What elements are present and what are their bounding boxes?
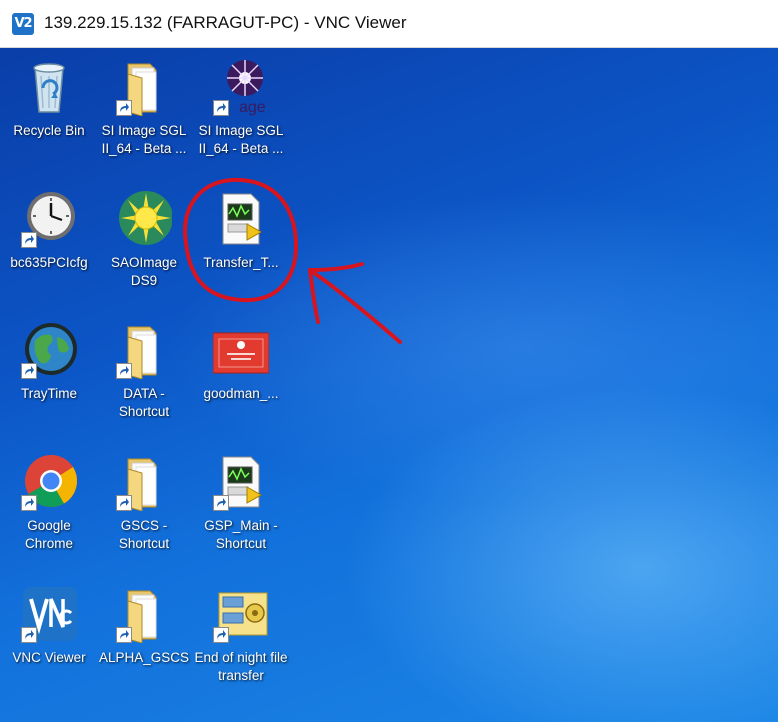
folder-icon	[116, 58, 172, 117]
desktop-icon-recycle-bin[interactable]: Recycle Bin	[2, 58, 96, 140]
icon-label: TrayTime	[21, 386, 77, 401]
red-document-icon	[212, 321, 270, 379]
vnc-app-icon: V2	[12, 13, 34, 35]
shortcut-arrow-icon	[21, 627, 37, 643]
desktop-icon-data-shortcut[interactable]: DATA - Shortcut	[97, 321, 191, 421]
desktop-icon-transfer[interactable]: Transfer_T...	[194, 190, 288, 272]
window-title: 139.229.15.132 (FARRAGUT-PC) - VNC Viewe…	[44, 13, 407, 32]
shortcut-arrow-icon	[213, 495, 229, 511]
icon-label: goodman_...	[203, 386, 279, 401]
shortcut-arrow-icon	[116, 100, 132, 116]
labview-vi-icon	[213, 453, 269, 511]
icon-label: Transfer_T...	[203, 255, 279, 270]
desktop-icon-google-chrome[interactable]: Google Chrome	[2, 453, 96, 553]
desktop-icon-goodman[interactable]: goodman_...	[194, 321, 288, 403]
shortcut-arrow-icon	[213, 100, 229, 116]
shortcut-arrow-icon	[21, 495, 37, 511]
desktop-icon-si-image-folder[interactable]: SI Image SGL II_64 - Beta ...	[97, 58, 191, 158]
annotation-arrow-shaft	[308, 268, 402, 344]
shortcut-arrow-icon	[116, 495, 132, 511]
shortcut-arrow-icon	[213, 627, 229, 643]
clock-icon	[21, 190, 77, 248]
folder-icon	[116, 585, 172, 644]
window-title-bar[interactable]: V2 139.229.15.132 (FARRAGUT-PC) - VNC Vi…	[0, 0, 778, 48]
icon-label: Google Chrome	[24, 518, 73, 551]
icon-label: GSCS - Shortcut	[118, 518, 170, 551]
si-image-overlay-text: age	[239, 99, 266, 116]
desktop-icon-gsp-main-shortcut[interactable]: GSP_Main - Shortcut	[194, 453, 288, 553]
vnc-icon	[21, 585, 77, 643]
icon-label: DATA - Shortcut	[118, 386, 170, 419]
labview-vi-icon	[213, 190, 269, 248]
icon-label: GSP_Main - Shortcut	[204, 518, 278, 551]
folder-icon	[116, 453, 172, 512]
icon-label: Recycle Bin	[13, 123, 85, 138]
desktop[interactable]: Recycle Bin SI Image SGL II_64 - Beta ..…	[0, 48, 778, 722]
icon-label: SI Image SGL II_64 - Beta ...	[101, 123, 187, 156]
si-image-app-icon: age	[213, 58, 269, 116]
desktop-icon-bc635pcicfg[interactable]: bc635PCIcfg	[2, 190, 96, 272]
desktop-icon-vnc-viewer[interactable]: VNC Viewer	[2, 585, 96, 667]
desktop-icon-end-of-night-file-transfer[interactable]: End of night file transfer	[194, 585, 288, 685]
recycle-bin-icon	[21, 58, 77, 116]
annotation-arrow-head	[308, 262, 364, 324]
folder-icon	[116, 321, 172, 380]
icon-label: SAOImage DS9	[110, 255, 178, 288]
sun-icon	[116, 190, 173, 248]
icon-label: bc635PCIcfg	[10, 255, 88, 270]
shortcut-arrow-icon	[116, 363, 132, 379]
desktop-icon-si-image-app[interactable]: age SI Image SGL II_64 - Beta ...	[194, 58, 288, 158]
icon-label: End of night file transfer	[194, 650, 288, 683]
shortcut-arrow-icon	[21, 232, 37, 248]
chrome-icon	[21, 453, 78, 511]
icon-label: SI Image SGL II_64 - Beta ...	[198, 123, 284, 156]
desktop-icon-gscs-shortcut[interactable]: GSCS - Shortcut	[97, 453, 191, 553]
icon-label: ALPHA_GSCS	[98, 650, 190, 665]
globe-icon	[21, 321, 77, 379]
desktop-icon-saoimage-ds9[interactable]: SAOImage DS9	[97, 190, 191, 290]
shortcut-arrow-icon	[116, 627, 132, 643]
batch-file-icon	[213, 585, 269, 643]
desktop-icon-traytime[interactable]: TrayTime	[2, 321, 96, 403]
desktop-icon-alpha-gscs[interactable]: ALPHA_GSCS	[97, 585, 191, 667]
shortcut-arrow-icon	[21, 363, 37, 379]
icon-label: VNC Viewer	[12, 650, 86, 665]
